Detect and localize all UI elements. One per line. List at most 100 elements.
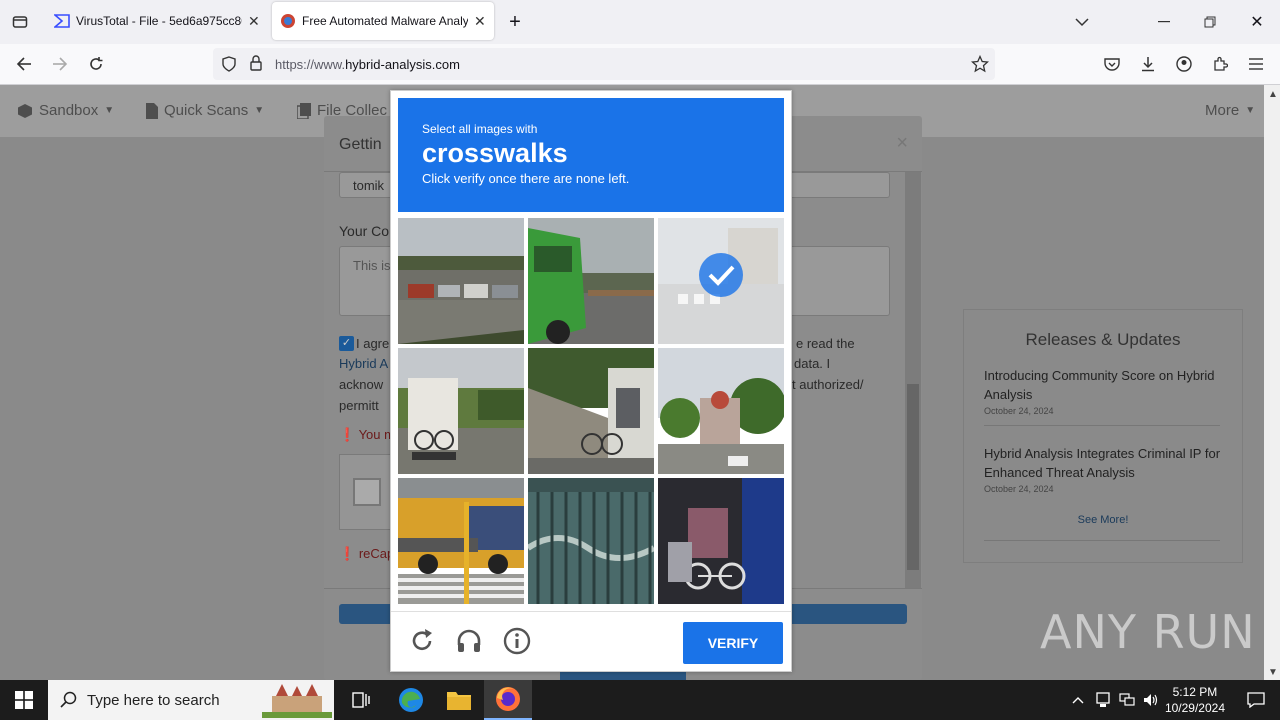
recaptcha-error: ❗ reCap bbox=[339, 546, 395, 561]
network-icon[interactable] bbox=[1115, 680, 1139, 720]
agree-text: permitt bbox=[339, 398, 379, 413]
captcha-tile-green-fence[interactable] bbox=[528, 478, 654, 604]
divider bbox=[984, 425, 1220, 426]
hybrid-analysis-icon bbox=[280, 13, 296, 29]
agree-text: I agre bbox=[356, 336, 390, 351]
verify-button[interactable]: VERIFY bbox=[683, 622, 783, 664]
browser-tab-strip: VirusTotal - File - 5ed6a975cc80 ✕ Free … bbox=[0, 0, 1280, 44]
agree-checkbox[interactable]: ✓ bbox=[339, 336, 354, 351]
notifications-icon[interactable] bbox=[1232, 680, 1280, 720]
agree-text: data. I bbox=[794, 356, 831, 371]
see-more-link[interactable]: See More! bbox=[964, 514, 1242, 526]
release-title[interactable]: Introducing Community Score on Hybrid An… bbox=[984, 366, 1224, 404]
release-date: October 24, 2024 bbox=[984, 406, 1054, 416]
menu-icon[interactable] bbox=[1244, 52, 1268, 76]
new-tab-icon[interactable]: + bbox=[503, 10, 527, 34]
file-icon bbox=[146, 102, 158, 119]
refresh-icon[interactable] bbox=[408, 627, 436, 655]
terms-link[interactable]: Hybrid A bbox=[339, 356, 388, 371]
shield-icon[interactable] bbox=[221, 56, 237, 77]
captcha-tile-parking-lot[interactable] bbox=[398, 218, 524, 344]
agree-text: acknow bbox=[339, 377, 384, 392]
captcha-tile-yellow-truck-crosswalk[interactable] bbox=[398, 478, 524, 604]
comment-label: Your Co bbox=[339, 223, 390, 239]
start-button[interactable] bbox=[0, 680, 48, 720]
url-text[interactable]: https://www.hybrid-analysis.com bbox=[275, 57, 460, 72]
restore-icon[interactable] bbox=[1198, 10, 1222, 34]
search-placeholder: Type here to search bbox=[87, 691, 220, 709]
nav-quick-scans-label: Quick Scans bbox=[164, 102, 249, 119]
extensions-icon[interactable] bbox=[1208, 52, 1232, 76]
tab-hybrid-analysis[interactable]: Free Automated Malware Analy ✕ bbox=[272, 2, 494, 40]
recaptcha-error-text: reCap bbox=[358, 546, 395, 561]
modal-scrollbar[interactable] bbox=[905, 172, 921, 588]
taskbar: Type here to search 5:12 PM 10/29/2024 bbox=[0, 680, 1280, 720]
downloads-icon[interactable] bbox=[1136, 52, 1160, 76]
nav-sandbox-label: Sandbox bbox=[39, 102, 99, 119]
agree-text: e read the bbox=[796, 336, 855, 351]
windows-icon bbox=[15, 691, 33, 709]
releases-title: Releases & Updates bbox=[1025, 330, 1181, 349]
nav-more[interactable]: More ▼ bbox=[1205, 102, 1255, 119]
username-value: tomik bbox=[353, 178, 385, 193]
recaptcha-checkbox[interactable] bbox=[353, 478, 381, 506]
minimize-icon[interactable] bbox=[1152, 10, 1176, 34]
tab-list-chevron-icon[interactable] bbox=[1070, 10, 1094, 34]
back-icon[interactable] bbox=[12, 52, 36, 76]
virustotal-icon bbox=[54, 13, 70, 29]
captcha-header: Select all images with crosswalks Click … bbox=[398, 98, 784, 212]
close-window-icon[interactable]: ✕ bbox=[1245, 10, 1269, 34]
modal-close-icon[interactable]: × bbox=[896, 132, 908, 155]
agree-text: t authorized/ bbox=[792, 377, 864, 392]
pocket-icon[interactable] bbox=[1100, 52, 1124, 76]
tab-title: VirusTotal - File - 5ed6a975cc80 bbox=[76, 14, 242, 28]
page-scrollbar[interactable]: ▲ ▼ bbox=[1264, 85, 1280, 680]
address-bar[interactable]: https://www.hybrid-analysis.com bbox=[213, 48, 995, 80]
nav-sandbox[interactable]: Sandbox ▼ bbox=[17, 102, 114, 119]
files-icon bbox=[297, 102, 311, 119]
forward-icon[interactable] bbox=[48, 52, 72, 76]
tab-virustotal[interactable]: VirusTotal - File - 5ed6a975cc80 ✕ bbox=[46, 2, 268, 40]
taskbar-search[interactable]: Type here to search bbox=[48, 680, 334, 720]
close-tab-icon[interactable]: ✕ bbox=[474, 13, 486, 30]
firefox-taskbar-icon[interactable] bbox=[484, 680, 532, 720]
captcha-tile-street-trees[interactable] bbox=[658, 348, 784, 474]
task-view-icon[interactable] bbox=[337, 680, 385, 720]
agree-error: ❗ You m bbox=[339, 427, 395, 442]
file-explorer-icon[interactable] bbox=[435, 680, 483, 720]
nav-quick-scans[interactable]: Quick Scans ▼ bbox=[146, 102, 264, 119]
nav-more-label: More bbox=[1205, 102, 1240, 119]
anyrun-watermark: ANY RUN bbox=[1040, 605, 1256, 659]
scroll-down-icon[interactable]: ▼ bbox=[1268, 667, 1278, 678]
captcha-tile-bicycles-shop[interactable] bbox=[658, 478, 784, 604]
captcha-tile-bicycle-wall[interactable] bbox=[528, 348, 654, 474]
show-hidden-icons-chevron[interactable] bbox=[1066, 680, 1090, 720]
volume-icon[interactable] bbox=[1139, 680, 1163, 720]
firefox-view-icon[interactable] bbox=[8, 10, 32, 34]
captcha-tile-green-truck[interactable] bbox=[528, 218, 654, 344]
divider bbox=[391, 611, 791, 612]
audio-challenge-icon[interactable] bbox=[455, 627, 483, 655]
captcha-tile-camper-van[interactable] bbox=[398, 348, 524, 474]
captcha-tile-street-crosswalk[interactable] bbox=[658, 218, 784, 344]
lock-icon[interactable] bbox=[249, 55, 263, 76]
cube-icon bbox=[18, 103, 32, 118]
info-icon[interactable] bbox=[503, 627, 531, 655]
account-icon[interactable] bbox=[1172, 52, 1196, 76]
modal-scrollbar-thumb[interactable] bbox=[907, 384, 919, 570]
release-title[interactable]: Hybrid Analysis Integrates Criminal IP f… bbox=[984, 444, 1224, 482]
bookmark-star-icon[interactable] bbox=[970, 54, 990, 78]
close-tab-icon[interactable]: ✕ bbox=[248, 13, 260, 30]
release-date: October 24, 2024 bbox=[984, 484, 1054, 494]
release-item[interactable]: Introducing Community Score on Hybrid An… bbox=[984, 366, 1224, 416]
system-clock[interactable]: 5:12 PM 10/29/2024 bbox=[1165, 684, 1225, 716]
security-tray-icon[interactable] bbox=[1091, 680, 1115, 720]
modal-title: Gettin bbox=[339, 136, 382, 153]
browser-navbar: https://www.hybrid-analysis.com bbox=[0, 44, 1280, 85]
release-item[interactable]: Hybrid Analysis Integrates Criminal IP f… bbox=[984, 444, 1224, 494]
reload-icon[interactable] bbox=[84, 52, 108, 76]
search-icon bbox=[60, 691, 77, 708]
edge-icon[interactable] bbox=[387, 680, 435, 720]
captcha-hint: Click verify once there are none left. bbox=[422, 171, 630, 186]
scroll-up-icon[interactable]: ▲ bbox=[1268, 89, 1278, 100]
